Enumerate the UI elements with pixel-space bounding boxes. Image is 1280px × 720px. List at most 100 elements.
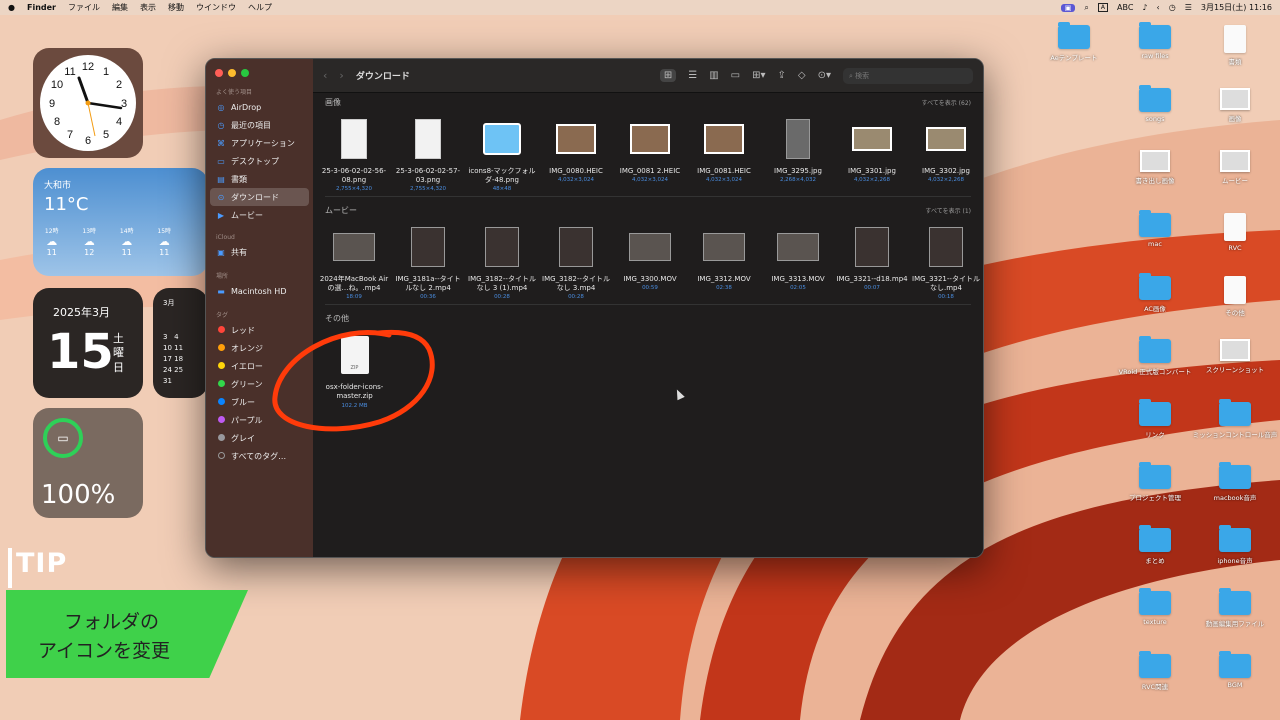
desktop-icon-folder[interactable]: BGM: [1200, 651, 1270, 689]
sidebar-item[interactable]: ▤ 書類: [206, 170, 313, 188]
menu-window[interactable]: ウインドウ: [196, 2, 236, 13]
file-item[interactable]: 2024年MacBook Airの選…ね。.mp4 18:09: [317, 219, 391, 300]
file-item[interactable]: IMG_3301.jpg 4,032×2,268: [835, 111, 909, 192]
desktop-icon-folder[interactable]: プロジェクト管理: [1120, 462, 1190, 502]
sidebar-section-tags: タグ: [216, 312, 229, 319]
desktop-icon-folder[interactable]: texture: [1120, 588, 1190, 626]
sidebar-item[interactable]: ◷ 最近の項目: [206, 116, 313, 134]
input-method-icon[interactable]: A: [1097, 3, 1109, 12]
file-item[interactable]: IMG_0081.HEIC 4,032×3,024: [687, 111, 761, 192]
file-meta: 4,032×3,024: [557, 177, 595, 184]
desktop-icon-pic[interactable]: 画像: [1200, 88, 1270, 123]
input-abc[interactable]: ABC: [1117, 3, 1133, 12]
minimize-button[interactable]: [228, 69, 236, 77]
desktop-icon-folder[interactable]: AC画像: [1120, 273, 1190, 313]
desktop-icon-folder[interactable]: mac: [1120, 210, 1190, 248]
forward-button[interactable]: ›: [339, 69, 343, 82]
menu-file[interactable]: ファイル: [68, 2, 100, 13]
close-button[interactable]: [215, 69, 223, 77]
sidebar-item[interactable]: ⌘ アプリケーション: [206, 134, 313, 152]
sidebar-item[interactable]: ▣ 共有: [206, 243, 313, 261]
desktop-icon-folder[interactable]: ミッションコントロール音声: [1193, 399, 1277, 439]
show-all-movies-link[interactable]: すべてを表示 (1): [925, 206, 971, 215]
control-center-icon[interactable]: ☰: [1185, 3, 1192, 12]
file-item[interactable]: IMG_3295.jpg 2,268×4,032: [761, 111, 835, 192]
desktop-icon-label: AC画像: [1144, 305, 1166, 313]
tag-icon[interactable]: ◇: [798, 70, 806, 81]
menu-edit[interactable]: 編集: [112, 2, 128, 13]
share-icon[interactable]: ⇪: [778, 70, 786, 81]
chevron-left-icon[interactable]: ‹: [1157, 3, 1160, 12]
file-item[interactable]: IMG_3182--タイトルなし 3.mp4 00:28: [539, 219, 613, 300]
file-item[interactable]: IMG_3312.MOV 02:38: [687, 219, 761, 300]
date-widget[interactable]: 2025年3月 15 土曜日: [33, 288, 143, 398]
weather-widget[interactable]: 大和市 11°C 12時 ☁ 11 13時 ☁ 12 14時 ☁ 11 15時 ☁ 11: [33, 168, 208, 276]
desktop-icon-pic[interactable]: 書き出し画像: [1120, 150, 1190, 185]
screen-record-icon[interactable]: ▣: [1060, 3, 1076, 12]
icon-view-icon[interactable]: ⊞: [659, 69, 677, 82]
show-all-images-link[interactable]: すべてを表示 (62): [922, 98, 971, 107]
file-item[interactable]: IMG_3321--d18.mp4 00:07: [835, 219, 909, 300]
file-item[interactable]: IMG_3181a--タイトルなし 2.mp4 00:36: [391, 219, 465, 300]
column-view-icon[interactable]: ▥: [709, 70, 718, 81]
desktop-icon-label: 書き出し画像: [1135, 177, 1175, 185]
desktop-icon-folder[interactable]: RVC関連: [1120, 651, 1190, 691]
desktop-icon-doc[interactable]: 書類: [1200, 25, 1270, 66]
back-button[interactable]: ‹: [323, 69, 327, 82]
sidebar-item[interactable]: ⊙ ダウンロード: [210, 188, 309, 206]
desktop-icon-folder[interactable]: 動画編集用ファイル: [1200, 588, 1270, 628]
file-item[interactable]: 25-3-06-02-02-57-03.png 2,755×4,320: [391, 111, 465, 192]
more-actions-icon[interactable]: ⊙▾: [818, 70, 831, 81]
folder-icon: [1139, 22, 1171, 49]
search-field[interactable]: ⌕ 検索: [843, 67, 973, 84]
sidebar-item[interactable]: ▭ デスクトップ: [206, 152, 313, 170]
battery-widget[interactable]: ▭ 100%: [33, 408, 143, 518]
sidebar-item-label: ダウンロード: [231, 192, 279, 202]
menu-view[interactable]: 表示: [140, 2, 156, 13]
gallery-view-icon[interactable]: ▭: [731, 70, 740, 81]
clock-widget[interactable]: 12 1 2 3 4567 8 9 10 11: [33, 48, 143, 158]
file-item[interactable]: 25-3-06-02-02-56-08.png 2,755×4,320: [317, 111, 391, 192]
desktop-icon-folder[interactable]: リンク: [1120, 399, 1190, 439]
cloud-icon: ☁: [83, 235, 95, 248]
list-view-icon[interactable]: ☰: [688, 70, 697, 81]
file-item[interactable]: IMG_0081 2.HEIC 4,032×3,024: [613, 111, 687, 192]
music-icon[interactable]: ♪: [1142, 3, 1147, 12]
folder-icon: [1219, 462, 1251, 489]
desktop-icon-label: 画像: [1228, 115, 1242, 123]
file-item[interactable]: IMG_3182--タイトルなし 3 (1).mp4 00:28: [465, 219, 539, 300]
desktop-icon-label: 書類: [1228, 58, 1242, 66]
file-item[interactable]: IMG_3321--タイトルなし.mp4 00:18: [909, 219, 983, 300]
menu-help[interactable]: ヘルプ: [248, 2, 272, 13]
menubar-clock[interactable]: 3月15日(土) 11:16: [1201, 2, 1272, 13]
clock-icon[interactable]: ◷: [1169, 3, 1176, 12]
desktop-icon-folder[interactable]: songs: [1120, 85, 1190, 123]
file-item[interactable]: IMG_3313.MOV 02:05: [761, 219, 835, 300]
calendar-widget[interactable]: 3月 3 4 10 11 17 18 24 25 31: [153, 288, 208, 398]
sidebar-item[interactable]: ▶ ムービー: [206, 206, 313, 224]
file-item[interactable]: IMG_3300.MOV 00:59: [613, 219, 687, 300]
desktop-icon-pic[interactable]: ムービー: [1200, 150, 1270, 185]
group-icon[interactable]: ⊞▾: [752, 70, 765, 81]
sidebar-item[interactable]: ◎ AirDrop: [206, 98, 313, 116]
desktop-icon-pic[interactable]: スクリーンショット: [1200, 339, 1270, 374]
file-item[interactable]: IMG_3302.jpg 4,032×2,268: [909, 111, 983, 192]
desktop-icon-folder[interactable]: Aeテンプレート: [1039, 22, 1109, 62]
sidebar-item[interactable]: ▬ Macintosh HD: [206, 282, 313, 300]
app-menu[interactable]: Finder: [27, 3, 56, 12]
file-item[interactable]: IMG_0080.HEIC 4,032×3,024: [539, 111, 613, 192]
sidebar-item[interactable]: すべてのタグ…: [206, 447, 313, 465]
desktop-icon-folder[interactable]: iphone音声: [1200, 525, 1270, 565]
desktop-icon-doc[interactable]: RVC: [1200, 213, 1270, 252]
file-item[interactable]: icons8-マックフォルダ-48.png 48×48: [465, 111, 539, 192]
desktop-icon-folder[interactable]: まとめ: [1120, 525, 1190, 565]
menu-go[interactable]: 移動: [168, 2, 184, 13]
desktop-icon-folder[interactable]: VRoid 正式版コンバート: [1119, 336, 1191, 376]
spotlight-icon[interactable]: ⌕: [1084, 3, 1088, 13]
apple-menu-icon[interactable]: ●: [8, 3, 15, 12]
file-meta: 2,268×4,032: [779, 177, 817, 184]
zoom-button[interactable]: [241, 69, 249, 77]
desktop-icon-folder[interactable]: macbook音声: [1200, 462, 1270, 502]
desktop-icon-doc[interactable]: その他: [1200, 276, 1270, 317]
desktop-icon-folder[interactable]: raw files: [1120, 22, 1190, 60]
